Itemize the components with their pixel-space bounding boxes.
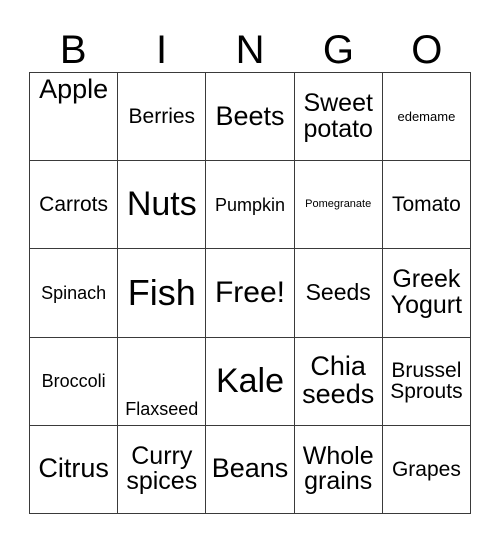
bingo-cell[interactable]: Seeds: [294, 249, 383, 338]
bingo-cell[interactable]: Flaxseed: [118, 337, 207, 426]
header-letter-b: B: [59, 28, 87, 72]
header-letter-n: N: [235, 28, 265, 72]
bingo-cell[interactable]: Berries: [118, 73, 207, 162]
header-letter-i: I: [156, 28, 168, 72]
bingo-cell[interactable]: Chia seeds: [294, 337, 383, 426]
bingo-cell[interactable]: Nuts: [118, 161, 207, 250]
bingo-cell[interactable]: Apple: [30, 73, 119, 162]
bingo-card: B I N G O Apple Berries Beets Sweet potato e…: [0, 0, 500, 544]
bingo-cell[interactable]: Pumpkin: [206, 161, 295, 250]
bingo-cell[interactable]: Whole grains: [294, 425, 383, 514]
bingo-cell[interactable]: Tomato: [382, 161, 471, 250]
bingo-cell[interactable]: Pomegranate: [294, 161, 383, 250]
bingo-cell[interactable]: Fish: [118, 249, 207, 338]
bingo-cell[interactable]: Broccoli: [30, 337, 119, 426]
bingo-cell[interactable]: Carrots: [30, 161, 119, 250]
bingo-cell[interactable]: Kale: [206, 337, 295, 426]
bingo-cell[interactable]: Greek Yogurt: [382, 249, 471, 338]
bingo-grid: Apple Berries Beets Sweet potato edemame Carr…: [29, 72, 471, 514]
header-letter-g: G: [322, 28, 354, 72]
bingo-cell[interactable]: Beans: [206, 425, 295, 514]
bingo-cell[interactable]: edemame: [382, 73, 471, 162]
bingo-header: B I N G O: [29, 14, 471, 72]
bingo-cell[interactable]: Curry spices: [118, 425, 207, 514]
bingo-cell[interactable]: Grapes: [382, 425, 471, 514]
bingo-cell[interactable]: Citrus: [30, 425, 119, 514]
bingo-cell[interactable]: Spinach: [30, 249, 119, 338]
bingo-cell[interactable]: Beets: [206, 73, 295, 162]
bingo-cell[interactable]: Brussel Sprouts: [382, 337, 471, 426]
bingo-cell[interactable]: Free!: [206, 249, 295, 338]
header-letter-o: O: [411, 28, 443, 72]
bingo-cell[interactable]: Sweet potato: [294, 73, 383, 162]
